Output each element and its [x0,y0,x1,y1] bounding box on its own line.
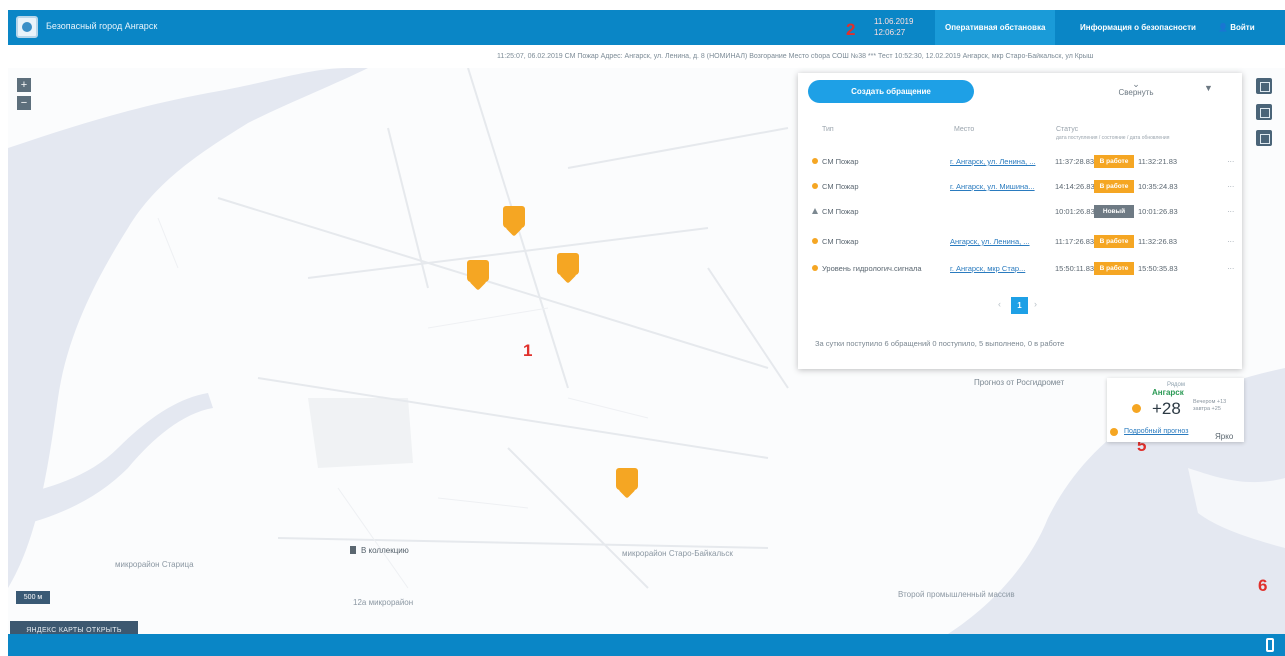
login-button[interactable]: 👤 Войти [1218,10,1255,45]
status-badge: В работе [1094,262,1134,275]
zoom-out-button[interactable]: − [17,96,31,110]
weather-city: Ангарск [1152,388,1184,397]
next-page-icon[interactable]: › [1034,299,1037,309]
current-time: 12:06:27 [874,28,906,37]
prev-page-icon[interactable]: ‹ [998,299,1001,309]
column-header-status[interactable]: Статус дата поступления / состояние / да… [1056,125,1169,143]
map-label-industrial: Второй промышленный массив [898,590,1015,599]
app-root: Безопасный город Ангарск 11.06.2019 12:0… [0,0,1285,656]
bookmark-label: В коллекцию [361,546,409,555]
more-icon[interactable]: … [1227,235,1235,244]
incident-time-out: 15:50:35.83 [1138,264,1178,273]
grid-view-icon[interactable] [1256,130,1272,146]
date-time: 11.06.2019 12:06:27 [874,16,913,38]
annotation-6: 6 [1258,576,1268,595]
tab-operational-situation[interactable]: Оперативная обстановка [935,10,1056,45]
incident-type: СМ Пожар [822,182,859,191]
map-layers-icon[interactable] [1256,104,1272,120]
news-ticker[interactable]: 11:25:07, 06.02.2019 СМ Пожар Адрес: Анг… [497,53,1285,65]
list-view-icon[interactable] [1256,78,1272,94]
more-icon[interactable]: … [1227,180,1235,189]
weather-temperature: +28 [1152,399,1181,418]
map-label-staro-baykalsk: микрорайон Старо-Байкальск [622,549,733,558]
incident-time-out: 10:01:26.83 [1138,207,1178,216]
incident-time-in: 11:17:26.83 [1055,237,1095,246]
status-dot-icon [812,265,818,271]
more-icon[interactable]: … [1227,155,1235,164]
add-to-collection-button[interactable]: В коллекцию [350,546,409,555]
create-request-button[interactable]: Создать обращение [808,80,974,103]
map-scale[interactable]: 500 м [16,591,50,604]
incident-time-out: 10:35:24.83 [1138,182,1178,191]
status-dot-icon [812,238,818,244]
incident-marker[interactable] [503,206,525,237]
incident-row[interactable]: СМ Пожар г. Ангарск, ул. Ленина, ... 11:… [812,154,1235,170]
incident-marker[interactable] [467,260,489,291]
incident-time-out: 11:32:21.83 [1138,157,1178,166]
top-bar: Безопасный город Ангарск 11.06.2019 12:0… [8,10,1285,45]
incident-marker[interactable] [557,253,579,284]
incident-address-link[interactable]: Ангарск, ул. Ленина, ... [950,237,1030,246]
filter-icon[interactable]: ▼ [1204,83,1213,93]
status-dot-icon [812,183,818,189]
status-header-label: Статус [1056,126,1079,133]
incident-time-in: 11:37:28.83 [1055,157,1095,166]
incident-address-link[interactable]: г. Ангарск, ул. Мишина... [950,182,1035,191]
column-header-place[interactable]: Место [954,125,974,134]
collapse-button[interactable]: ⌄ Свернуть [1116,79,1156,98]
incident-time-in: 14:14:26.83 [1055,182,1095,191]
weather-right-label: Ярко [1215,432,1234,441]
incident-row[interactable]: СМ Пожар 10:01:26.83 Новый 10:01:26.83 … [812,204,1235,220]
bookmark-icon [350,546,356,554]
incident-marker[interactable] [616,468,638,499]
daily-summary: За сутки поступило 6 обращений 0 поступи… [815,339,1065,348]
collapse-label: Свернуть [1118,88,1154,97]
incident-type: СМ Пожар [822,237,859,246]
incident-type: СМ Пожар [822,207,859,216]
map-label-staritsa: микрорайон Старица [115,560,194,569]
status-badge: В работе [1094,235,1134,248]
more-icon[interactable]: … [1227,205,1235,214]
page-button[interactable]: 1 [1011,297,1028,314]
city-logo-icon[interactable] [16,16,38,38]
login-label: Войти [1230,23,1255,32]
weather-extra: Вечером +13 завтра +25 [1193,399,1227,412]
forecast-link-icon [1110,428,1118,436]
bottom-bar [8,634,1285,656]
incident-address-link[interactable]: г. Ангарск, ул. Ленина, ... [950,157,1036,166]
incident-row[interactable]: СМ Пожар Ангарск, ул. Ленина, ... 11:17:… [812,234,1235,250]
chevron-down-icon: ⌄ [1132,79,1140,89]
incident-time-in: 15:50:11.83 [1055,264,1095,273]
status-dot-icon [812,158,818,164]
app-title[interactable]: Безопасный город Ангарск [46,21,157,31]
annotation-1: 1 [523,341,533,360]
incident-address-link[interactable]: г. Ангарск, мкр Стар... [950,264,1025,273]
current-date: 11.06.2019 [874,17,914,26]
zoom-in-button[interactable]: + [17,78,31,92]
incident-time-in: 10:01:26.83 [1055,207,1095,216]
user-icon: 👤 [1218,23,1228,32]
annotation-2: 2 [846,20,856,39]
incident-time-out: 11:32:26.83 [1138,237,1178,246]
incidents-panel: Создать обращение ⌄ Свернуть ▼ Тип Место… [798,73,1242,369]
column-header-type[interactable]: Тип [822,125,834,134]
status-header-hint: дата поступления / состояние / дата обно… [1056,135,1170,141]
forecast-source-button[interactable]: Прогноз от Росгидромет [974,378,1100,392]
incident-type: СМ Пожар [822,157,859,166]
status-triangle-icon [812,208,818,214]
incident-type: Уровень гидрологич.сигнала [822,264,922,273]
map-label-12a: 12а микрорайон [353,598,414,607]
incident-row[interactable]: СМ Пожар г. Ангарск, ул. Мишина... 14:14… [812,179,1235,195]
status-badge: В работе [1094,155,1134,168]
sun-icon [1132,404,1141,413]
status-badge: Новый [1094,205,1134,218]
detailed-forecast-link[interactable]: Подробный прогноз [1124,428,1188,435]
status-badge: В работе [1094,180,1134,193]
tab-safety-information[interactable]: Информация о безопасности [1070,10,1206,45]
mobile-icon[interactable] [1266,638,1274,652]
more-icon[interactable]: … [1227,262,1235,271]
incident-row[interactable]: Уровень гидрологич.сигнала г. Ангарск, м… [812,261,1235,277]
